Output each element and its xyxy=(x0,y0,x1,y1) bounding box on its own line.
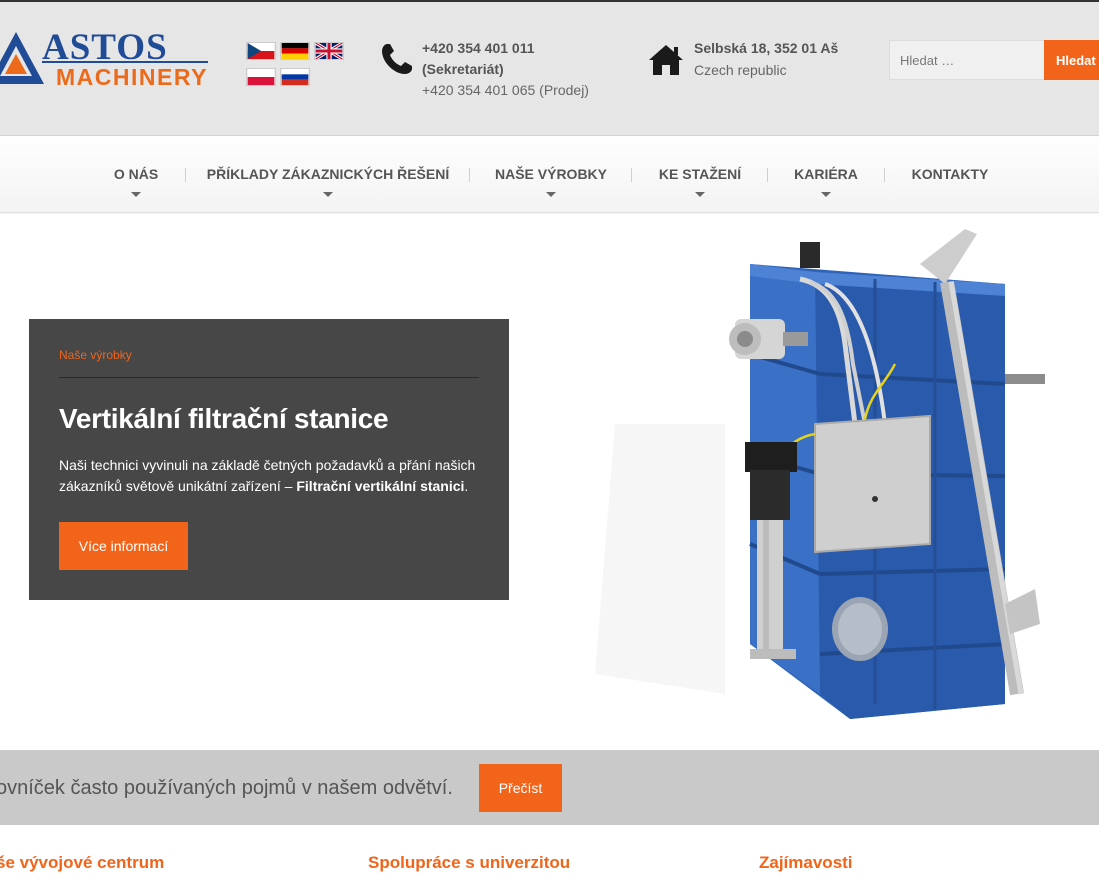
logo-machinery-text: MACHINERY xyxy=(56,64,208,90)
hero-card: Naše výrobky Vertikální filtrační stanic… xyxy=(29,319,509,600)
nav-item-kariera[interactable]: KARIÉRA xyxy=(778,137,874,213)
read-button[interactable]: Přečíst xyxy=(479,764,562,812)
nav-item-label: KARIÉRA xyxy=(794,166,858,182)
language-flags xyxy=(246,42,346,88)
caret-down-icon xyxy=(695,192,705,197)
nav-divider xyxy=(631,168,632,182)
nav-divider xyxy=(884,168,885,182)
flag-cz-icon[interactable] xyxy=(246,42,276,60)
heading-university[interactable]: Spolupráce s univerzitou xyxy=(368,853,570,873)
hero-text-end: . xyxy=(464,478,469,494)
astos-logo[interactable]: ASTOS MACHINERY xyxy=(0,27,215,94)
address-country: Czech republic xyxy=(694,62,787,78)
nav-item-o-nas[interactable]: O NÁS xyxy=(96,137,176,213)
search-button[interactable]: Hledat xyxy=(1044,40,1099,80)
caret-down-icon xyxy=(546,192,556,197)
nav-item-ke-stazeni[interactable]: KE STAŽENÍ xyxy=(642,137,758,213)
caret-down-icon xyxy=(323,192,333,197)
nav-item-label: KONTAKTY xyxy=(911,166,989,182)
phone-label-secretary: (Sekretariát) xyxy=(422,61,504,77)
flag-pl-icon[interactable] xyxy=(246,68,276,86)
address-street: Selbská 18, 352 01 Aš xyxy=(694,40,839,56)
nav-item-label: KE STAŽENÍ xyxy=(658,166,742,182)
nav-item-label: NAŠE VÝROBKY xyxy=(494,166,608,182)
flag-de-icon[interactable] xyxy=(280,42,310,60)
logo-triangle-icon xyxy=(0,32,44,84)
home-icon xyxy=(649,45,683,75)
hero-text-bold: Filtrační vertikální stanici xyxy=(296,478,465,494)
hero-slider: Naše výrobky Vertikální filtrační stanic… xyxy=(0,214,1099,750)
hero-category[interactable]: Naše výrobky xyxy=(59,348,132,362)
more-info-button[interactable]: Více informací xyxy=(59,522,188,570)
hero-divider xyxy=(59,377,479,378)
search-input[interactable] xyxy=(889,40,1045,80)
filtration-station-image xyxy=(595,229,1045,719)
phone-number-sales[interactable]: +420 354 401 065 (Prodej) xyxy=(422,82,589,98)
hero-title: Vertikální filtrační stanice xyxy=(59,403,389,434)
nav-item-nase-vyrobky[interactable]: NAŠE VÝROBKY xyxy=(480,137,622,213)
logo-underline xyxy=(42,61,208,63)
nav-item-label: PŘÍKLADY ZÁKAZNICKÝCH ŘEŠENÍ xyxy=(206,166,450,182)
glossary-banner: ovníček často používaných pojmů v našem … xyxy=(0,750,1099,825)
header: ASTOS MACHINERY +420 354 401 011 (Sekret… xyxy=(0,0,1099,136)
caret-down-icon xyxy=(131,192,141,197)
nav-divider xyxy=(185,168,186,182)
nav-item-priklady[interactable]: PŘÍKLADY ZÁKAZNICKÝCH ŘEŠENÍ xyxy=(198,137,458,213)
hero-description: Naši technici vyvinuli na základě četnýc… xyxy=(59,455,489,497)
search-form: Hledat xyxy=(889,40,1099,80)
glossary-text: ovníček často používaných pojmů v našem … xyxy=(0,777,453,799)
nav-divider xyxy=(469,168,470,182)
heading-development-center[interactable]: še vývojové centrum xyxy=(0,853,164,873)
main-navigation: O NÁS PŘÍKLADY ZÁKAZNICKÝCH ŘEŠENÍ NAŠE … xyxy=(0,137,1099,213)
flag-ru-icon[interactable] xyxy=(280,68,310,86)
phone-icon xyxy=(382,44,412,74)
nav-item-label: O NÁS xyxy=(113,166,159,182)
caret-down-icon xyxy=(821,192,831,197)
phone-number-secretary[interactable]: +420 354 401 011 xyxy=(422,40,535,56)
heading-interesting[interactable]: Zajímavosti xyxy=(759,853,853,873)
flag-gb-icon[interactable] xyxy=(314,42,344,60)
nav-divider xyxy=(767,168,768,182)
nav-item-kontakty[interactable]: KONTAKTY xyxy=(896,137,1004,213)
